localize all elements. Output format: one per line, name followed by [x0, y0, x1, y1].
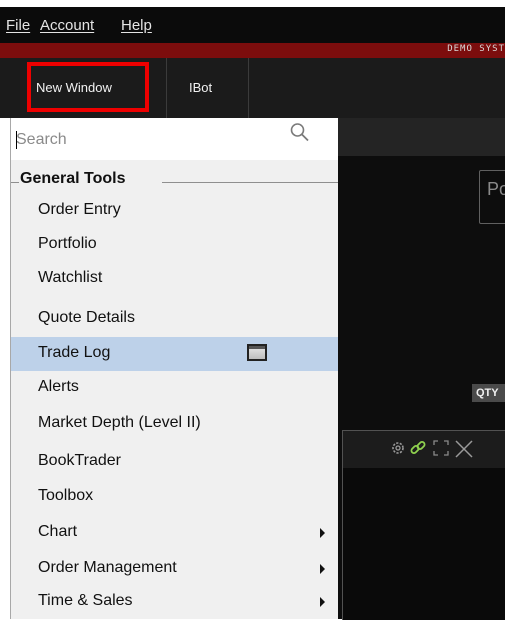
submenu-arrow-icon	[320, 564, 325, 574]
position-panel-fragment: Po	[479, 170, 505, 224]
menu-item-label: Time & Sales	[38, 592, 133, 609]
window-icon	[247, 344, 267, 361]
submenu-arrow-icon	[320, 597, 325, 607]
group-rule-left	[11, 182, 19, 183]
submenu-arrow-icon	[320, 528, 325, 538]
tool-window	[342, 430, 505, 620]
status-banner: DEMO SYST	[0, 43, 505, 58]
group-header-general-tools: General Tools	[20, 170, 126, 187]
qty-button[interactable]: QTY	[472, 384, 505, 402]
menu-item-toolbox[interactable]: Toolbox	[11, 480, 338, 514]
menu-item-label: Toolbox	[38, 487, 94, 504]
gear-icon[interactable]	[391, 439, 405, 455]
menu-account[interactable]: Account	[40, 17, 94, 34]
search-icon[interactable]	[289, 121, 311, 145]
search-box	[11, 118, 338, 160]
menu-item-label: Order Management	[38, 559, 177, 576]
ibot-button[interactable]: IBot	[189, 80, 212, 95]
menu-item-label: BookTrader	[38, 452, 121, 469]
menu-item-portfolio[interactable]: Portfolio	[11, 228, 338, 262]
top-white-strip	[0, 0, 505, 7]
close-icon[interactable]	[454, 439, 474, 459]
workspace-tab-strip	[338, 118, 505, 156]
demo-system-label: DEMO SYST	[447, 44, 505, 54]
menu-item-time-and-sales[interactable]: Time & Sales	[11, 585, 338, 619]
search-input[interactable]	[16, 127, 291, 153]
menu-item-chart[interactable]: Chart	[11, 516, 338, 550]
menu-item-label: Chart	[38, 523, 78, 540]
menu-item-label: Alerts	[38, 378, 79, 395]
toolbar-divider	[248, 58, 249, 118]
menu-item-order-entry[interactable]: Order Entry	[11, 194, 338, 228]
menu-item-trade-log[interactable]: Trade Log	[11, 337, 338, 371]
text-caret	[16, 131, 17, 149]
menu-item-label: Portfolio	[38, 235, 97, 252]
menu-item-label: Quote Details	[38, 309, 135, 326]
toolbar-divider	[166, 58, 167, 118]
menu-item-label: Trade Log	[38, 344, 111, 361]
link-icon[interactable]	[409, 439, 427, 457]
menu-item-label: Market Depth (Level II)	[38, 414, 201, 431]
menu-item-quote-details[interactable]: Quote Details	[11, 302, 338, 336]
group-rule-right	[162, 182, 338, 183]
menu-item-market-depth[interactable]: Market Depth (Level II)	[11, 407, 338, 441]
menu-item-label: Order Entry	[38, 201, 121, 218]
expand-icon[interactable]	[432, 439, 450, 457]
menu-bar: File Account Help	[0, 7, 505, 43]
workspace-area: Po QTY	[338, 118, 505, 620]
menu-item-label: Watchlist	[38, 269, 103, 286]
menu-item-order-management[interactable]: Order Management	[11, 552, 338, 586]
menu-item-alerts[interactable]: Alerts	[11, 371, 338, 405]
position-panel-label: Po	[487, 179, 505, 199]
new-window-highlight	[27, 62, 149, 112]
new-window-dropdown: General Tools Order Entry Portfolio Watc…	[10, 118, 338, 619]
menu-help[interactable]: Help	[121, 17, 152, 34]
menu-file[interactable]: File	[6, 17, 30, 34]
menu-item-booktrader[interactable]: BookTrader	[11, 445, 338, 479]
tool-window-header	[343, 431, 505, 468]
menu-item-watchlist[interactable]: Watchlist	[11, 262, 338, 296]
